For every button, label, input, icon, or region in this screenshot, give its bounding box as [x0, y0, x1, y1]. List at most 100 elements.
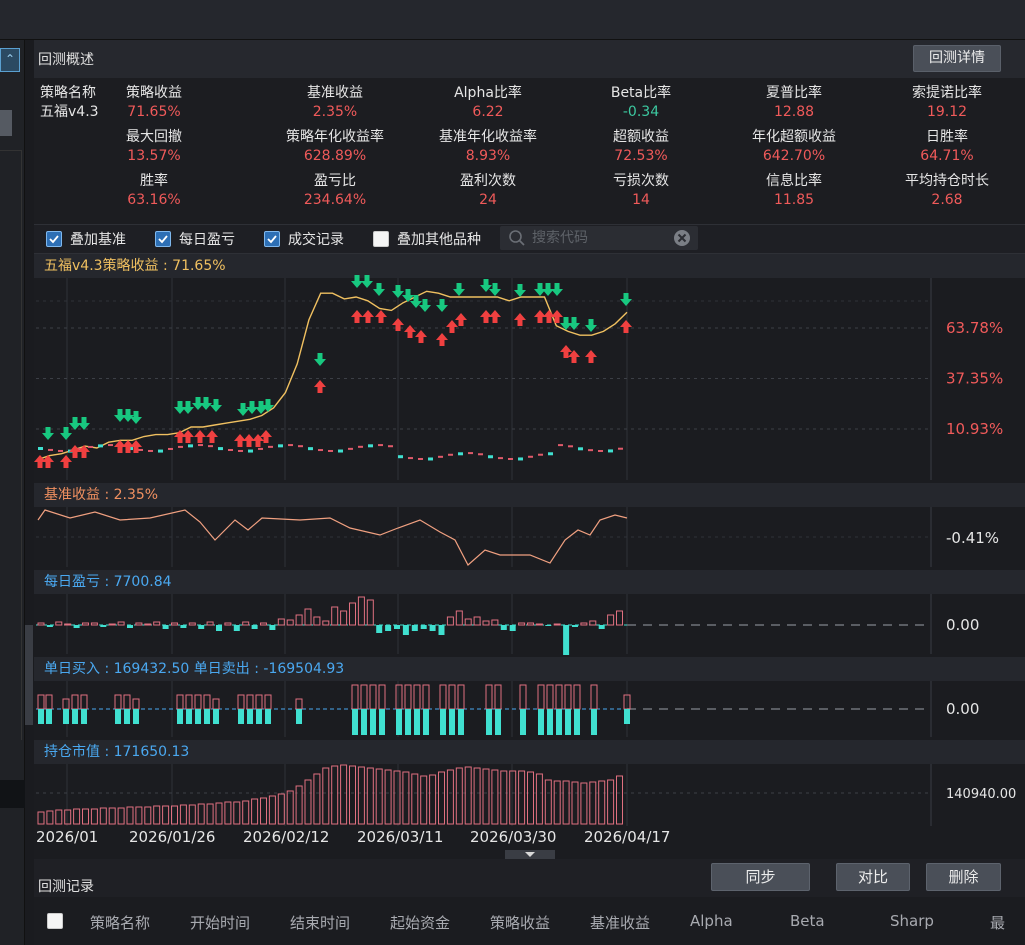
- sell-bar: [574, 709, 580, 735]
- sell-bar: [256, 709, 262, 724]
- baseline-marker: [388, 445, 393, 448]
- baseline-marker: [148, 449, 153, 452]
- x-tick-label: 2026/01: [36, 828, 98, 846]
- sell-bar: [177, 709, 183, 724]
- baseline-marker: [348, 447, 353, 450]
- sell-bar: [565, 709, 571, 735]
- baseline-marker: [418, 457, 423, 460]
- x-tick-label: 2026/01/26: [129, 828, 215, 846]
- sell-bar: [538, 709, 544, 735]
- baseline-marker: [338, 449, 343, 453]
- baseline-marker: [588, 449, 593, 452]
- baseline-marker: [548, 452, 553, 456]
- baseline-marker: [378, 444, 383, 447]
- baseline-marker: [498, 457, 503, 460]
- sell-bar: [414, 709, 420, 735]
- baseline-marker: [208, 445, 213, 448]
- pnl-bar: [73, 625, 80, 628]
- pnl-bar: [553, 623, 561, 626]
- sell-bar: [238, 709, 244, 724]
- baseline-marker: [278, 444, 283, 448]
- baseline-marker: [478, 453, 483, 456]
- pnl-bar: [108, 623, 116, 626]
- pnl-bar: [162, 625, 169, 629]
- sell-bar: [204, 709, 210, 724]
- sell-bar: [38, 709, 44, 724]
- baseline-marker: [198, 444, 203, 447]
- sell-bar: [449, 709, 455, 735]
- pnl-bar: [429, 625, 436, 631]
- sell-bar: [624, 709, 630, 724]
- pnl-bar: [216, 625, 222, 631]
- baseline-marker: [468, 452, 473, 455]
- baseline-marker: [448, 453, 453, 456]
- baseline-marker: [268, 445, 273, 448]
- column-header[interactable]: 起始资金: [390, 912, 450, 933]
- baseline-marker: [98, 444, 103, 448]
- pnl-bar: [572, 625, 578, 627]
- column-header[interactable]: 最: [990, 912, 1005, 933]
- delete-button[interactable]: 删除: [926, 863, 1001, 891]
- baseline-marker: [408, 457, 413, 460]
- pnl-bar: [563, 625, 570, 655]
- baseline-marker: [538, 453, 543, 456]
- column-header[interactable]: Beta: [790, 912, 825, 930]
- baseline-marker: [578, 447, 583, 451]
- baseline-marker: [368, 444, 373, 448]
- pnl-bar: [100, 625, 107, 627]
- sell-bar: [213, 709, 219, 724]
- column-header[interactable]: 结束时间: [290, 912, 350, 933]
- column-header[interactable]: 策略收益: [490, 912, 550, 933]
- baseline-marker: [88, 445, 93, 448]
- x-tick-label: 2026/03/30: [470, 828, 556, 846]
- sell-bar: [440, 709, 446, 735]
- records-title: 回测记录: [38, 879, 94, 895]
- sell-bar: [124, 709, 130, 724]
- sell-bar: [547, 709, 553, 735]
- backtest-charts[interactable]: 63.78% 37.35% 10.93% -0.41% 0.00 0.00 140940.0…: [0, 0, 1025, 860]
- sell-bar: [370, 709, 376, 735]
- pnl-bar: [251, 625, 258, 629]
- pnl-bar: [64, 623, 72, 626]
- panel-bg-2: [34, 594, 1025, 654]
- sell-bar: [265, 709, 271, 724]
- column-header[interactable]: Alpha: [690, 912, 733, 930]
- baseline-marker: [618, 447, 623, 450]
- pnl-bar: [394, 625, 400, 629]
- pnl-bar: [385, 625, 392, 631]
- collapse-chevron-icon[interactable]: [505, 850, 555, 859]
- column-header[interactable]: Sharp: [890, 912, 934, 930]
- y-tick-label: 10.93%: [946, 420, 1003, 438]
- compare-button[interactable]: 对比: [836, 863, 910, 891]
- baseline-marker: [58, 449, 63, 452]
- column-header[interactable]: 开始时间: [190, 912, 250, 933]
- sell-bar: [46, 709, 52, 724]
- column-header[interactable]: 基准收益: [590, 912, 650, 933]
- y-tick-label: 140940.00: [946, 787, 1016, 802]
- baseline-marker: [188, 444, 193, 448]
- pnl-bar: [198, 625, 205, 629]
- pnl-bar: [438, 625, 445, 635]
- sell-bar: [361, 709, 367, 735]
- baseline-marker: [178, 445, 183, 448]
- baseline-marker: [48, 448, 53, 451]
- baseline-marker: [108, 444, 113, 447]
- pnl-bar: [500, 625, 507, 630]
- sell-bar: [186, 709, 192, 724]
- baseline-marker: [518, 457, 523, 461]
- select-all-checkbox[interactable]: [47, 913, 63, 929]
- baseline-marker: [238, 449, 243, 452]
- baseline-marker: [318, 449, 323, 452]
- baseline-marker: [228, 449, 233, 452]
- pnl-bar: [402, 625, 409, 635]
- column-header[interactable]: 策略名称: [90, 912, 150, 933]
- sync-button[interactable]: 同步: [711, 863, 810, 891]
- baseline-marker: [598, 449, 603, 452]
- baseline-marker: [528, 455, 533, 458]
- sell-bar: [81, 709, 87, 724]
- y-tick-label: 0.00: [946, 616, 979, 634]
- sell-bar: [556, 709, 562, 735]
- sell-bar: [115, 709, 121, 724]
- pnl-bar: [144, 623, 152, 626]
- y-tick-label: -0.41%: [946, 529, 999, 547]
